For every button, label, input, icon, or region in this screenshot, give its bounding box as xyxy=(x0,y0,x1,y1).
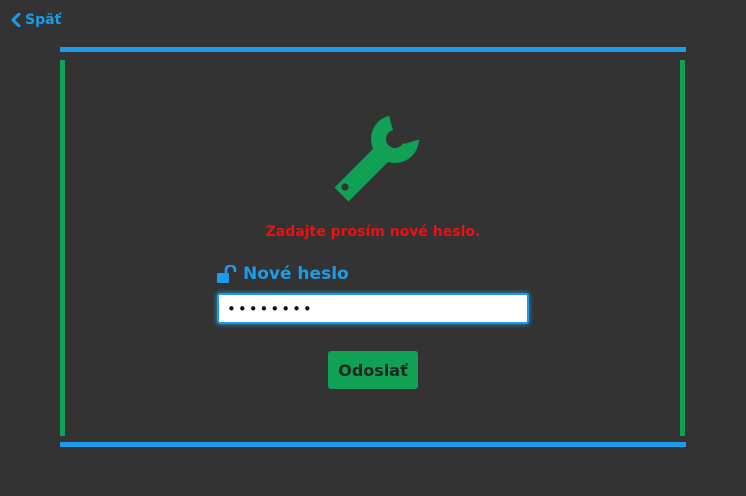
password-label-text: Nové heslo xyxy=(243,264,349,284)
unlock-icon xyxy=(217,265,237,283)
instruction-message: Zadajte prosím nové heslo. xyxy=(265,224,481,240)
new-password-input[interactable] xyxy=(217,293,529,324)
left-border-bar xyxy=(60,60,65,436)
top-border-bar xyxy=(60,47,686,52)
bottom-border-bar xyxy=(60,442,686,447)
back-link[interactable]: Späť xyxy=(11,12,61,28)
back-link-label: Späť xyxy=(25,12,62,28)
right-border-bar xyxy=(680,60,685,436)
chevron-left-icon xyxy=(11,13,21,27)
password-label: Nové heslo xyxy=(217,264,349,284)
wrench-icon xyxy=(334,114,420,202)
submit-button[interactable]: Odoslať xyxy=(328,351,418,389)
